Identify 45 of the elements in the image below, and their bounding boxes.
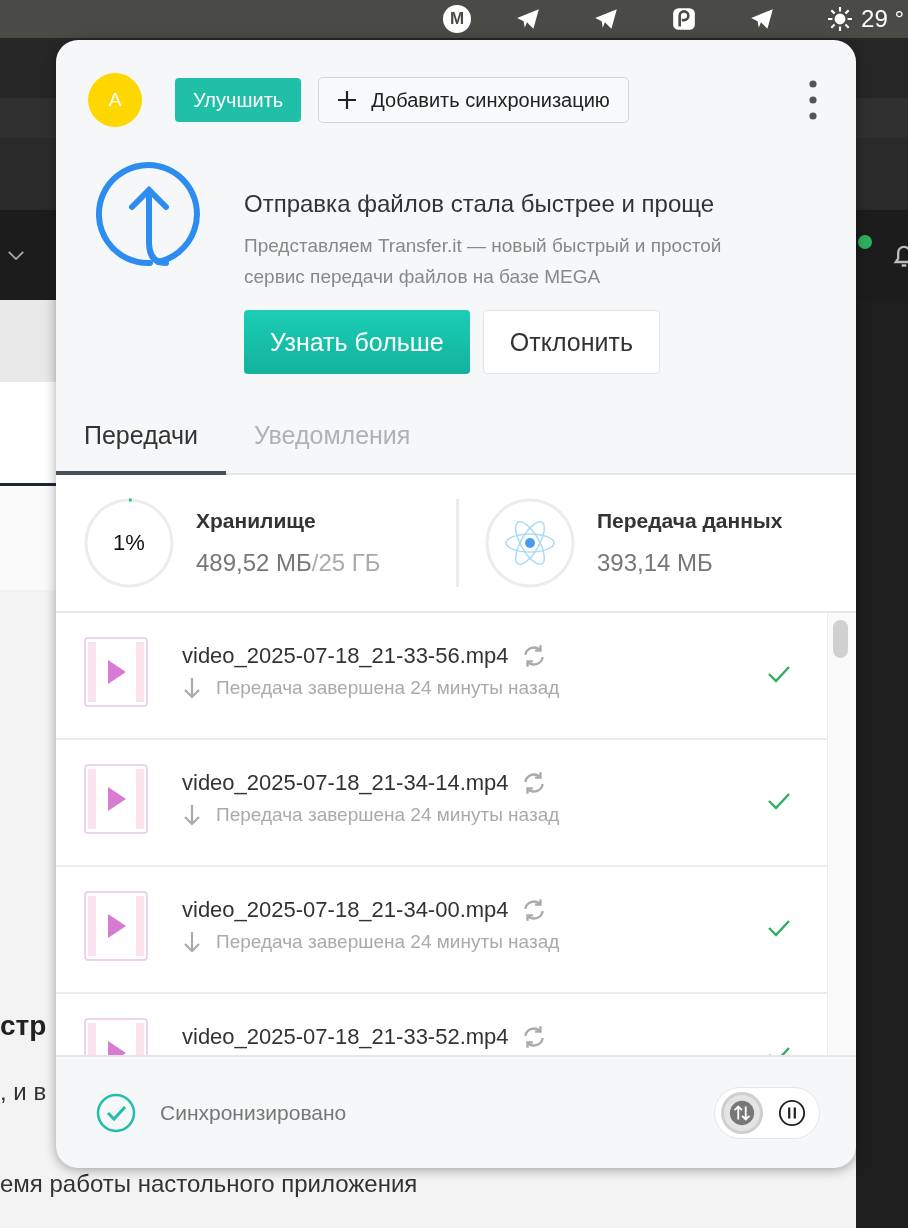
- promo-description: Представляем Transfer.it — новый быстрый и простой сервис передачи файлов на базе MEGA: [244, 234, 723, 289]
- download-arrow-icon: [182, 931, 202, 953]
- download-arrow-icon: [182, 804, 202, 826]
- scrollbar-thumb[interactable]: [833, 620, 848, 658]
- transfers-button[interactable]: [721, 1091, 763, 1134]
- page-heading: стр: [0, 1010, 47, 1042]
- promo-title: Отправка файлов стала быстрее и проще: [244, 190, 716, 218]
- file-name: video_2025-07-18_21-33-52.mp4: [182, 1024, 509, 1050]
- transfer-row[interactable]: video_2025-07-18_21-33-56.mp4 Передача завершена 24 минуты назад: [56, 613, 827, 740]
- plus-icon: [337, 90, 358, 110]
- atom-icon: [485, 498, 575, 588]
- synced-check-icon: [96, 1092, 136, 1133]
- data-transfer-amount: 393,14 МБ: [597, 549, 714, 577]
- data-transfer-title: Передача данных: [597, 509, 783, 533]
- chevron-down-icon[interactable]: [7, 249, 25, 261]
- video-file-icon: [84, 764, 148, 834]
- storage-percent: 1%: [112, 530, 146, 556]
- page-text: емя работы настольного приложения: [0, 1170, 418, 1198]
- mega-app-icon[interactable]: M: [443, 5, 472, 33]
- transfer-status: Передача завершена 24 минуты назад: [216, 804, 560, 826]
- file-name: video_2025-07-18_21-34-00.mp4: [182, 897, 509, 923]
- transfer-status: Передача завершена 24 минуты назад: [216, 931, 560, 953]
- download-arrow-icon: [182, 677, 202, 699]
- transfer-row[interactable]: video_2025-07-18_21-34-14.mp4 Передача завершена 24 минуты назад: [56, 740, 827, 867]
- storage-used: 489,52 МБ: [196, 549, 312, 576]
- sync-status: Синхронизировано: [160, 1100, 347, 1125]
- more-menu-icon[interactable]: [809, 80, 817, 120]
- dismiss-button[interactable]: Отклонить: [482, 310, 660, 374]
- weather-temperature: 29 °: [861, 5, 904, 33]
- storage-title: Хранилище: [196, 509, 317, 533]
- storage-total: /25 ГБ: [311, 549, 381, 576]
- sync-app-icon[interactable]: [671, 6, 698, 32]
- video-file-icon: [84, 891, 148, 961]
- file-name: video_2025-07-18_21-33-56.mp4: [182, 643, 509, 669]
- add-sync-button[interactable]: Добавить синхронизацию: [318, 77, 629, 123]
- status-dot-icon: [858, 235, 872, 249]
- transfer-arrows-icon: [728, 1098, 756, 1127]
- transfer-status: Передача завершена 24 минуты назад: [216, 677, 560, 699]
- pause-icon: [778, 1098, 806, 1127]
- sun-icon: [827, 6, 854, 32]
- page-text: , и в: [0, 1078, 47, 1106]
- tab-underline: [0, 483, 56, 486]
- video-file-icon: [84, 637, 148, 707]
- transfer-row[interactable]: video_2025-07-18_21-34-00.mp4 Передача завершена 24 минуты назад: [56, 867, 827, 994]
- file-name: video_2025-07-18_21-34-14.mp4: [182, 770, 509, 796]
